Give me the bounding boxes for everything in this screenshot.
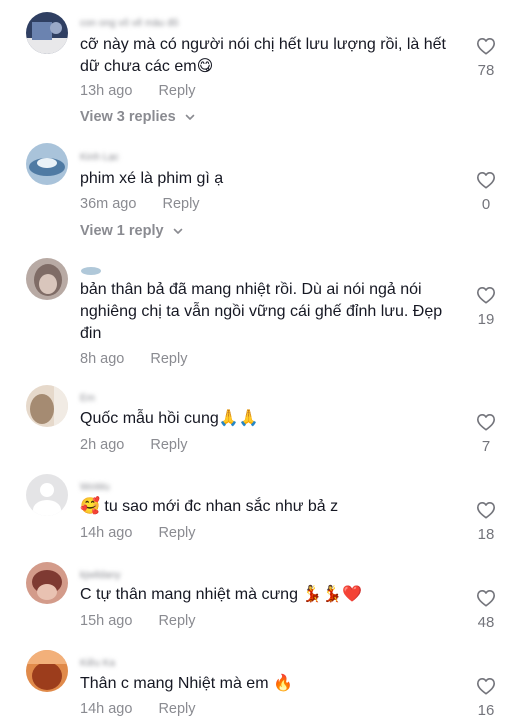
comment-meta: 36m ago Reply: [80, 196, 200, 212]
avatar[interactable]: [26, 474, 68, 516]
avatar[interactable]: [26, 258, 68, 300]
heart-icon: [477, 501, 495, 519]
like-button[interactable]: 48: [466, 589, 506, 631]
comment-meta: 2h ago Reply: [80, 437, 187, 453]
chevron-down-icon: [185, 114, 194, 120]
like-count: 18: [477, 526, 495, 543]
comment-time: 14h ago: [80, 525, 133, 541]
heart-icon: [477, 677, 495, 695]
comment-time: 8h ago: [80, 351, 125, 367]
comment-meta: 13h ago Reply: [80, 83, 196, 99]
like-count: 16: [477, 702, 495, 719]
reply-button[interactable]: Reply: [150, 437, 187, 453]
like-count: 7: [481, 438, 491, 455]
comment-text: cỡ này mà có người nói chị hết lưu lượng…: [80, 36, 446, 75]
heart-icon: [477, 589, 495, 607]
comment-username[interactable]: kjwildany: [80, 570, 121, 582]
like-count: 0: [481, 196, 491, 213]
like-count: 19: [477, 311, 495, 328]
view-replies-button[interactable]: View 1 reply: [80, 223, 184, 239]
avatar[interactable]: [26, 562, 68, 604]
comment-username[interactable]: WoWu: [80, 482, 110, 494]
avatar[interactable]: [26, 650, 68, 692]
comment-text: bản thân bả đã mang nhiệt rồi. Dù ai nói…: [80, 281, 443, 342]
comment-meta: 14h ago Reply: [80, 525, 196, 541]
avatar[interactable]: [26, 385, 68, 427]
like-button[interactable]: 19: [466, 286, 506, 328]
reply-button[interactable]: Reply: [162, 196, 199, 212]
like-count: 48: [477, 614, 495, 631]
avatar[interactable]: [26, 12, 68, 54]
like-button[interactable]: 7: [466, 413, 506, 455]
view-replies-button[interactable]: View 3 replies: [80, 109, 196, 125]
comment-username[interactable]: Kiều Ka: [80, 658, 115, 670]
view-replies-label: View 3 replies: [80, 109, 176, 125]
heart-icon: [477, 37, 495, 55]
chevron-down-icon: [173, 228, 182, 234]
view-replies-label: View 1 reply: [80, 223, 164, 239]
like-button[interactable]: 16: [466, 677, 506, 719]
comment-meta: 8h ago Reply: [80, 351, 187, 367]
comment-time: 13h ago: [80, 83, 133, 99]
comment-time: 15h ago: [80, 613, 133, 629]
comment-time: 2h ago: [80, 437, 125, 453]
comment-meta: 15h ago Reply: [80, 613, 196, 629]
reply-button[interactable]: Reply: [158, 83, 195, 99]
reply-button[interactable]: Reply: [150, 351, 187, 367]
comment-username[interactable]: con ong vô vẽ màu đỏ: [80, 18, 178, 30]
like-button[interactable]: 0: [466, 171, 506, 213]
comment-text: Thân c mang Nhiệt mà em 🔥: [80, 675, 293, 692]
heart-icon: [477, 171, 495, 189]
like-button[interactable]: 18: [466, 501, 506, 543]
like-button[interactable]: 78: [466, 37, 506, 79]
reply-button[interactable]: Reply: [158, 525, 195, 541]
comment-text: phim xé là phim gì ạ: [80, 170, 224, 187]
comment-time: 36m ago: [80, 196, 137, 212]
comment-meta: 14h ago Reply: [80, 701, 196, 717]
avatar[interactable]: [26, 143, 68, 185]
heart-icon: [477, 286, 495, 304]
comment-text: Quốc mẫu hồi cung🙏🙏: [80, 410, 259, 427]
reply-button[interactable]: Reply: [158, 701, 195, 717]
comment-username[interactable]: Kinh Lạc: [80, 152, 119, 164]
comment-text: C tự thân mang nhiệt mà cưng 💃💃❤️: [80, 586, 363, 603]
like-count: 78: [477, 62, 495, 79]
comment-text: 🥰 tu sao mới đc nhan sắc như bả z: [80, 498, 339, 515]
comment-username[interactable]: Em: [80, 393, 95, 405]
comment-time: 14h ago: [80, 701, 133, 717]
heart-icon: [477, 413, 495, 431]
blurred-username-icon: [81, 267, 101, 275]
reply-button[interactable]: Reply: [158, 613, 195, 629]
comment-username[interactable]: [80, 266, 102, 278]
